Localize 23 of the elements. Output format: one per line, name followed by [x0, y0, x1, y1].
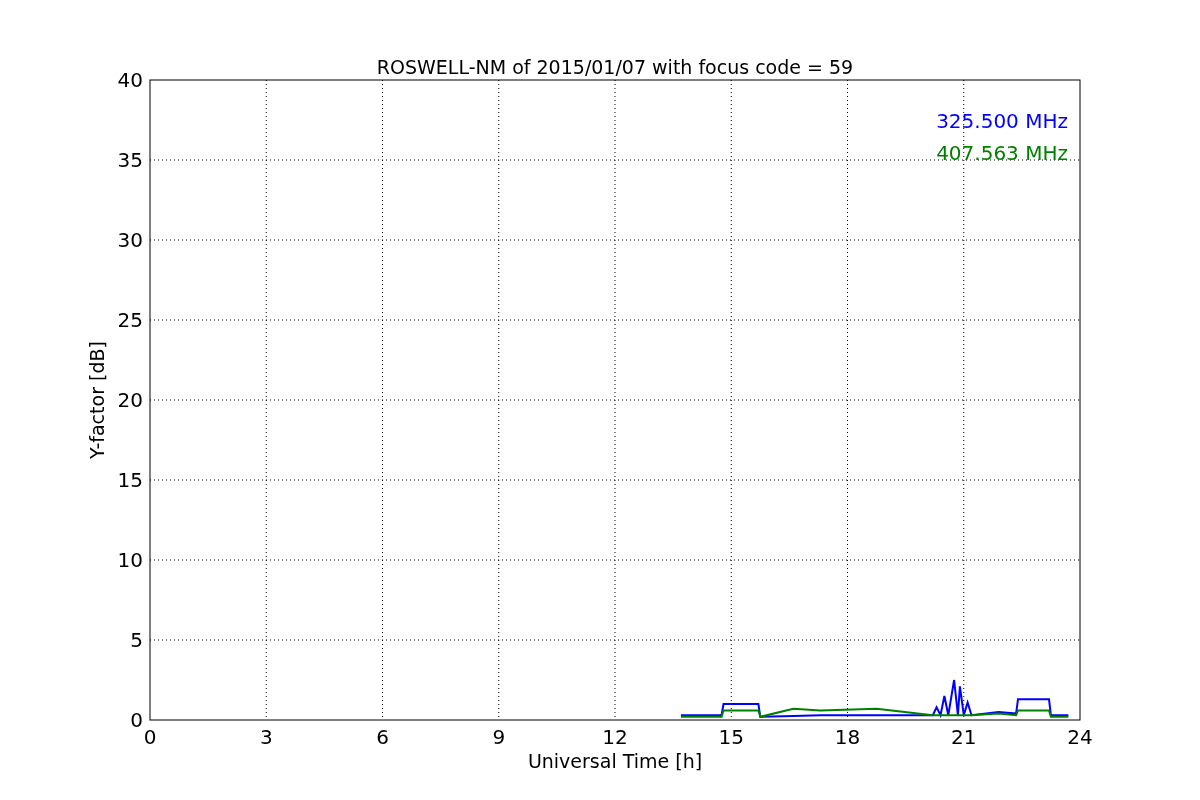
series-label: 325.500 MHz [936, 109, 1068, 133]
x-tick-label: 0 [143, 725, 157, 749]
y-tick-label: 40 [117, 68, 143, 92]
x-tick-label: 24 [1067, 725, 1093, 749]
x-tick-label: 18 [834, 725, 861, 749]
chart-title: ROSWELL-NM of 2015/01/07 with focus code = 59 [376, 56, 854, 78]
y-tick-label: 15 [117, 468, 143, 492]
y-tick-label: 25 [117, 308, 143, 332]
y-tick-label: 30 [117, 228, 143, 252]
x-tick-label: 21 [951, 725, 977, 749]
y-axis-label: Y-factor [dB] [86, 341, 108, 459]
y-tick-label: 10 [117, 548, 143, 572]
x-tick-label: 9 [492, 725, 506, 749]
x-axis-label: Universal Time [h] [527, 750, 703, 772]
x-tick-label: 12 [602, 725, 628, 749]
y-tick-label: 35 [117, 148, 143, 172]
y-tick-label: 0 [130, 708, 143, 732]
y-tick-label: 20 [117, 388, 143, 412]
x-tick-label: 3 [259, 725, 273, 749]
y-tick-label: 5 [130, 628, 143, 652]
x-tick-label: 15 [718, 725, 744, 749]
x-tick-label: 6 [376, 725, 389, 749]
series-label: 407.563 MHz [936, 141, 1068, 165]
